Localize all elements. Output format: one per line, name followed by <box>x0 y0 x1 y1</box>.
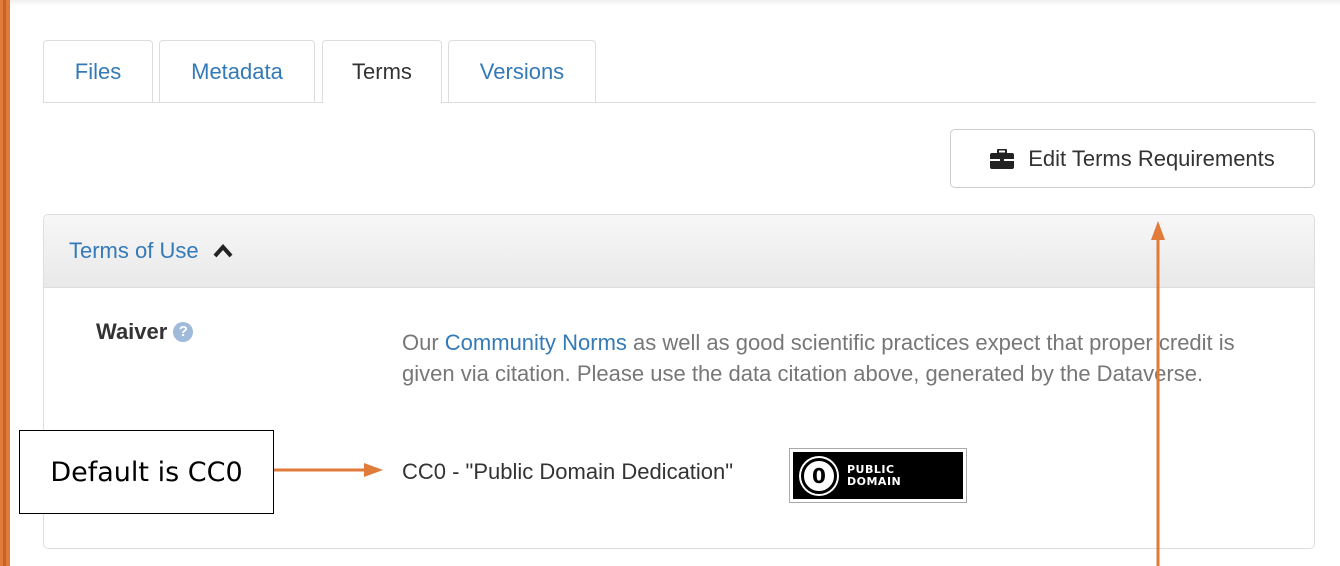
annotation-callout: Default is CC0 <box>19 430 274 514</box>
public-domain-badge-inner: 0 PUBLIC DOMAIN <box>793 452 963 499</box>
badge-line-domain: DOMAIN <box>847 474 902 488</box>
tab-versions[interactable]: Versions <box>448 40 596 102</box>
norms-prefix: Our <box>402 330 445 355</box>
public-domain-badge: 0 PUBLIC DOMAIN <box>789 448 967 503</box>
tab-label: Terms <box>352 59 412 84</box>
tab-metadata[interactable]: Metadata <box>159 40 315 102</box>
zero-circle-icon: 0 <box>801 457 837 494</box>
community-norms-text: Our Community Norms as well as good scie… <box>402 327 1282 389</box>
tab-label: Metadata <box>191 58 283 84</box>
chevron-up-icon <box>213 244 233 258</box>
tab-files[interactable]: Files <box>43 40 153 102</box>
tab-label: Versions <box>479 58 565 84</box>
left-edge-strip <box>0 0 10 566</box>
panel-heading-label: Terms of Use <box>69 238 199 263</box>
community-norms-link[interactable]: Community Norms <box>445 330 627 355</box>
tab-label: Files <box>74 58 122 84</box>
license-name: CC0 - "Public Domain Dedication" <box>402 459 734 484</box>
briefcase-icon <box>990 148 1015 169</box>
help-icon[interactable]: ? <box>173 322 194 342</box>
badge-line-public: PUBLIC <box>847 462 895 476</box>
left-edge-strip-inner <box>3 0 6 566</box>
top-shadow <box>10 0 1340 6</box>
tab-terms[interactable]: Terms <box>322 40 442 103</box>
waiver-label: Waiver <box>96 319 168 344</box>
waiver-label-row: Waiver ? <box>96 319 194 345</box>
public-domain-badge-words: PUBLIC DOMAIN <box>847 462 902 488</box>
terms-of-use-toggle[interactable]: Terms of Use <box>44 215 1314 288</box>
dataset-tabs: Files Metadata Terms Versions <box>43 40 1316 103</box>
edit-terms-requirements-button[interactable]: Edit Terms Requirements <box>950 129 1315 188</box>
edit-terms-label: Edit Terms Requirements <box>1028 145 1275 171</box>
